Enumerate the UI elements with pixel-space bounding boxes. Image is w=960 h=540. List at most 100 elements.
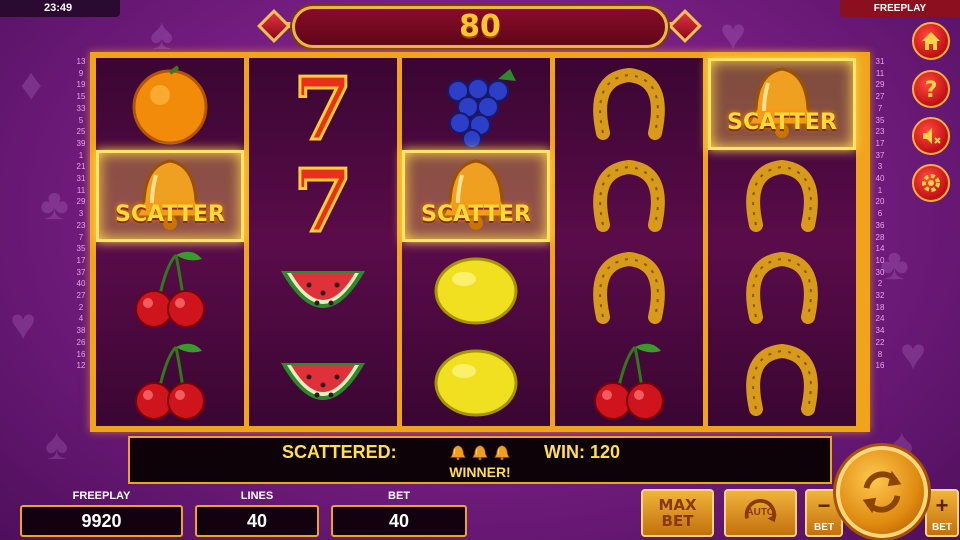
- line-number: 27: [76, 291, 86, 301]
- clock: 23:49: [0, 0, 120, 17]
- sound-button[interactable]: [912, 117, 950, 155]
- symbol-horseshoe: [555, 58, 703, 150]
- orange-icon: [132, 65, 208, 145]
- line-number: 16: [76, 349, 86, 359]
- line-number: 13: [76, 57, 86, 66]
- line-number: 18: [875, 302, 885, 312]
- lines-label: LINES: [240, 490, 274, 502]
- line-number: 10: [875, 255, 885, 265]
- line-number: 11: [875, 68, 885, 78]
- auto-spin-button[interactable]: AUTO: [724, 489, 797, 537]
- lemon-icon: [434, 349, 518, 417]
- bell-icon: [494, 445, 510, 461]
- symbol-lemon: [402, 334, 550, 426]
- line-number: 33: [76, 103, 86, 113]
- line-number: 23: [875, 127, 885, 137]
- line-number: 3: [78, 209, 84, 219]
- horseshoe-icon: [593, 251, 665, 324]
- line-number: 3: [877, 162, 883, 172]
- bet-increase-button[interactable]: + BET: [925, 489, 959, 537]
- line-number: 17: [76, 255, 86, 265]
- line-number: 35: [875, 115, 885, 125]
- line-numbers-right: 31 11 29 27 7 35 23 17 37 3 40 1 20 6 36 28 14 10 30 2 32 18 2…: [874, 56, 886, 372]
- bell-icon: [472, 445, 488, 461]
- line-number: 29: [76, 197, 86, 207]
- symbol-cherry: [96, 242, 244, 334]
- bet-decrease-label: BET: [814, 522, 834, 533]
- line-number: 21: [76, 162, 86, 172]
- win-label: WIN:: [544, 442, 585, 462]
- scatter-bell-icons: [448, 444, 512, 462]
- line-number: 26: [76, 337, 86, 347]
- info-bar: SCATTERED: WIN: 120 WINNER!: [128, 436, 832, 484]
- horseshoe-icon: [746, 159, 818, 232]
- line-number: 36: [875, 220, 885, 230]
- scatter-label: SCATTER: [115, 202, 225, 227]
- max-bet-button[interactable]: MAX BET: [641, 489, 714, 537]
- win-value: 120: [590, 442, 621, 462]
- bet-value: 40: [331, 505, 467, 537]
- horseshoe-icon: [593, 67, 665, 140]
- line-number: 24: [875, 314, 885, 324]
- line-number: 31: [875, 57, 885, 66]
- line-number: 34: [875, 326, 885, 336]
- line-number: 30: [875, 267, 885, 277]
- line-number: 35: [76, 244, 86, 254]
- help-button[interactable]: ?: [912, 70, 950, 108]
- scattered-label: SCATTERED:: [282, 442, 397, 462]
- symbol-horseshoe: [708, 242, 856, 334]
- symbol-seven: 7: [249, 58, 397, 150]
- symbol-bell-scatter: SCATTER: [96, 150, 244, 242]
- spin-button[interactable]: [836, 446, 928, 538]
- line-number: 7: [78, 232, 84, 242]
- line-number: 9: [78, 68, 84, 78]
- line-number: 25: [76, 127, 86, 137]
- line-numbers-left: 13 9 19 15 33 5 25 39 1 21 31 11 29 3 23 7 35 17 37 40 27 2 4 3…: [75, 56, 87, 372]
- line-number: 28: [875, 232, 885, 242]
- reel-5: SCATTER: [708, 58, 856, 426]
- symbol-horseshoe: [708, 150, 856, 242]
- line-number: 19: [76, 80, 86, 90]
- cherry-icon: [594, 343, 664, 420]
- symbol-horseshoe: [555, 150, 703, 242]
- svg-text:7: 7: [293, 61, 353, 147]
- line-number: 2: [877, 279, 883, 289]
- symbol-seven: 7: [249, 150, 397, 242]
- settings-button[interactable]: [912, 164, 950, 202]
- line-number: 27: [875, 92, 885, 102]
- home-icon: [922, 32, 940, 50]
- seven-icon: 7: [292, 61, 355, 147]
- horseshoe-icon: [746, 343, 818, 416]
- lines-value[interactable]: 40: [195, 505, 319, 537]
- bet-label: BET: [388, 490, 410, 502]
- line-number: 32: [875, 291, 885, 301]
- settings-icon: [922, 174, 940, 192]
- line-number: 37: [875, 150, 885, 160]
- watermelon-icon: [281, 363, 365, 400]
- horseshoe-icon: [746, 251, 818, 324]
- line-number: 6: [877, 209, 883, 219]
- win-banner: 80: [292, 6, 668, 48]
- win-amount: 80: [459, 9, 501, 44]
- scatter-label: SCATTER: [421, 202, 531, 227]
- horseshoe-icon: [593, 159, 665, 232]
- auto-label: AUTO: [746, 507, 775, 518]
- line-number: 37: [76, 267, 86, 277]
- symbol-bell-scatter: SCATTER: [708, 58, 856, 150]
- reel-frame: SCATTER 7 7 SCATTER SCATTER: [90, 52, 870, 432]
- line-number: 1: [877, 185, 883, 195]
- home-button[interactable]: [912, 22, 950, 60]
- line-number: 20: [875, 197, 885, 207]
- watermelon-icon: [281, 271, 365, 308]
- mute-icon: [923, 128, 941, 144]
- plus-icon: +: [935, 493, 949, 518]
- lemon-icon: [434, 257, 518, 325]
- symbol-bell-scatter: SCATTER: [402, 150, 550, 242]
- freeplay-label: FREEPLAY: [72, 490, 131, 502]
- line-number: 38: [76, 326, 86, 336]
- symbol-cherry: [555, 334, 703, 426]
- symbol-watermelon: [249, 242, 397, 334]
- scatter-label: SCATTER: [727, 110, 837, 135]
- symbol-horseshoe: [708, 334, 856, 426]
- line-number: 15: [76, 92, 86, 102]
